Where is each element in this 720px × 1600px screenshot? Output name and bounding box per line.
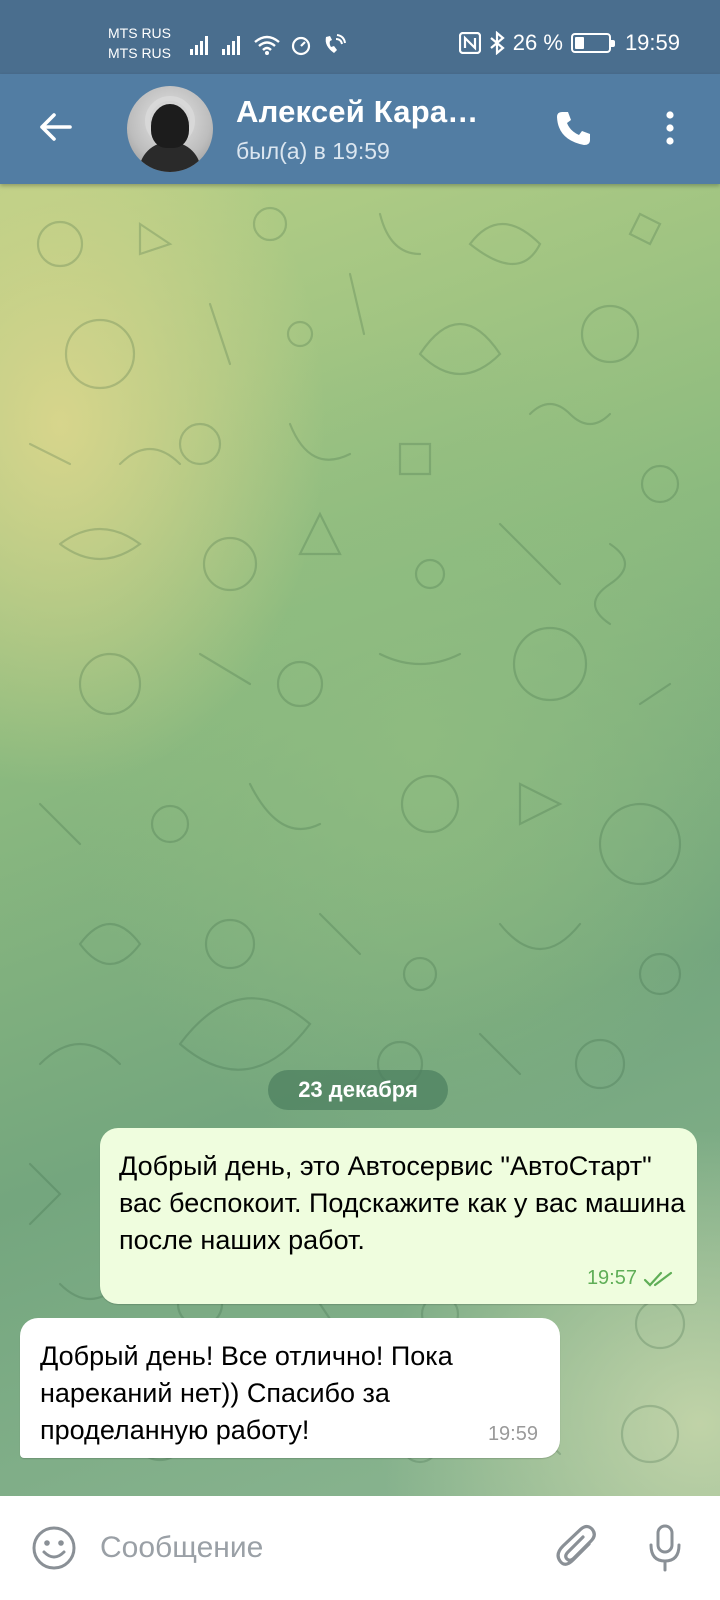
message-text: Добрый день, это Автосервис "АвтоСтарт" … <box>119 1151 686 1255</box>
signal-icon <box>222 36 240 55</box>
emoji-button[interactable] <box>28 1522 80 1574</box>
back-button[interactable] <box>30 102 80 152</box>
nfc-icon <box>458 32 481 54</box>
battery-icon <box>570 33 615 53</box>
carrier-labels: MTS RUS MTS RUS <box>108 23 171 63</box>
more-menu-button[interactable] <box>650 104 690 152</box>
battery-percent: 26 % <box>512 30 563 55</box>
double-check-icon <box>643 1271 673 1287</box>
call-button[interactable] <box>550 104 598 152</box>
chat-area[interactable]: 23 декабря Добрый день, это Автосервис "… <box>0 184 720 1496</box>
message-composer <box>0 1496 720 1600</box>
carrier-2-label: MTS RUS <box>108 45 171 61</box>
message-meta: 19:57 <box>587 1267 673 1290</box>
message-time: 19:59 <box>487 1423 538 1445</box>
attach-button[interactable] <box>550 1520 604 1576</box>
message-input[interactable] <box>100 1518 520 1578</box>
alarm-icon <box>291 36 311 56</box>
bluetooth-icon <box>490 31 505 55</box>
message-text: Добрый день! Все отлично! Пока нареканий… <box>40 1341 453 1445</box>
paperclip-icon <box>556 1524 596 1566</box>
contact-last-seen: был(а) в 19:59 <box>236 138 390 164</box>
status-icons-left <box>190 30 346 60</box>
status-bar: MTS RUS MTS RUS 26 % 19:59 <box>0 0 720 74</box>
signal-icon <box>190 36 208 55</box>
emoji-icon <box>32 1526 76 1570</box>
outgoing-message[interactable]: Добрый день, это Автосервис "АвтоСтарт" … <box>100 1128 697 1304</box>
status-time: 19:59 <box>624 30 680 55</box>
phone-icon <box>557 112 590 145</box>
incoming-message[interactable]: Добрый день! Все отлично! Пока нареканий… <box>20 1318 560 1458</box>
status-icons-right: 26 % 19:59 <box>458 30 680 56</box>
wifi-icon <box>254 35 280 55</box>
message-time: 19:57 <box>586 1267 637 1289</box>
back-arrow-icon <box>40 113 72 141</box>
wifi-call-icon <box>325 34 346 53</box>
chat-header: Алексей Кара… был(а) в 19:59 <box>0 74 720 184</box>
avatar[interactable] <box>127 86 213 172</box>
contact-name[interactable]: Алексей Кара… <box>236 94 479 130</box>
more-vertical-icon <box>666 111 674 145</box>
date-separator: 23 декабря <box>268 1070 448 1110</box>
voice-message-button[interactable] <box>640 1520 690 1576</box>
carrier-1-label: MTS RUS <box>108 25 171 41</box>
microphone-icon <box>649 1524 681 1572</box>
